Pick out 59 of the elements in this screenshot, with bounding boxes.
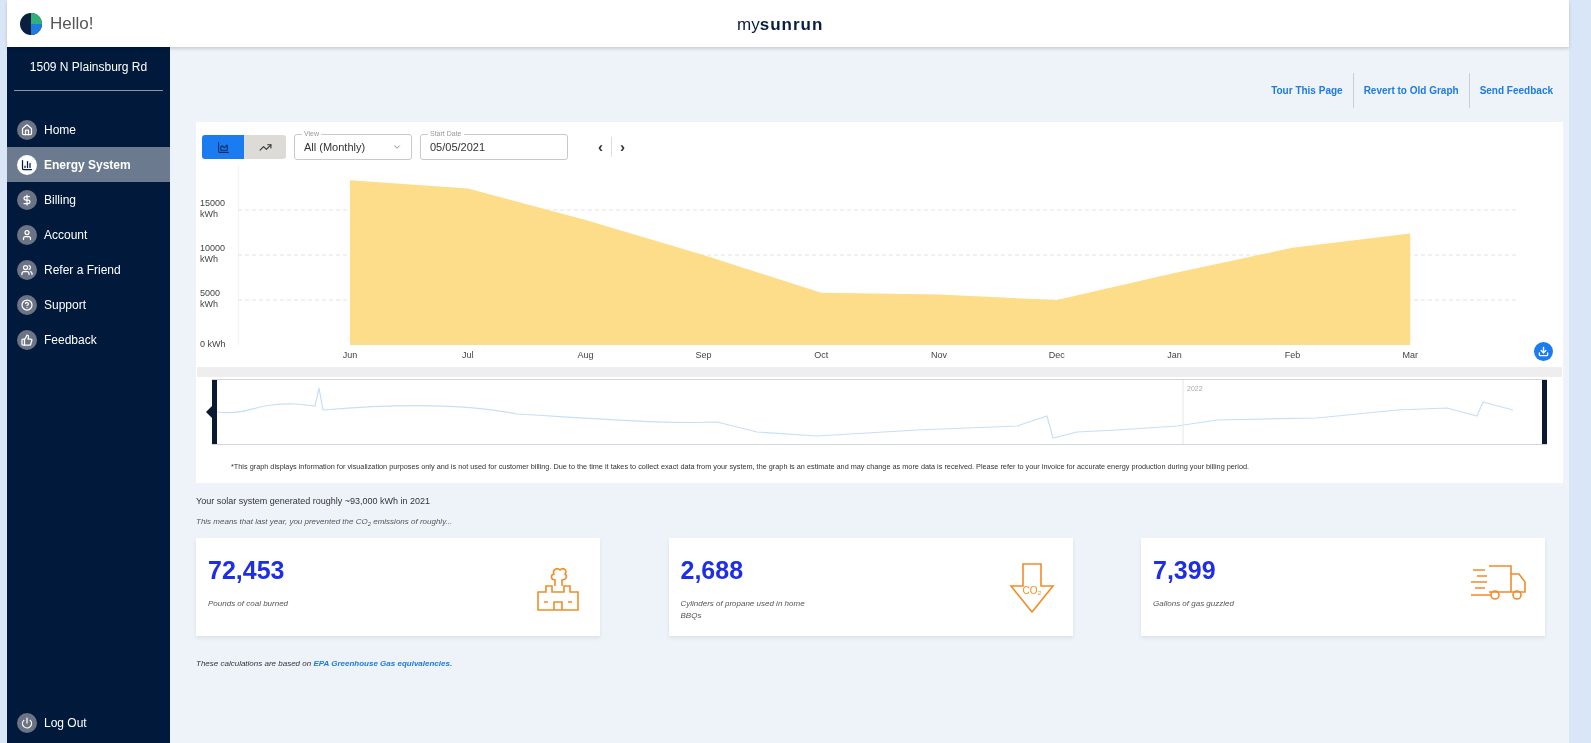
- area-chart-icon: [216, 140, 230, 154]
- nav-item[interactable]: Refer a Friend: [7, 252, 170, 287]
- property-address: 1509 N Plainsburg Rd: [14, 47, 163, 91]
- download-button[interactable]: [1534, 342, 1553, 361]
- x-axis-label: Jan: [1167, 349, 1182, 362]
- download-icon: [1538, 346, 1549, 357]
- navigator-handle[interactable]: [1542, 380, 1547, 444]
- brand-logo: mysunrun: [737, 14, 824, 36]
- power-icon: [17, 713, 37, 733]
- stat-label: Pounds of coal burned: [208, 598, 290, 611]
- x-axis-label: Dec: [1048, 349, 1065, 362]
- x-axis-label: Aug: [577, 349, 594, 362]
- greeting: Hello!: [50, 12, 94, 35]
- y-axis-label: 10000 kWh: [200, 243, 227, 265]
- x-axis-label: Jul: [462, 349, 474, 362]
- nav-item[interactable]: Billing: [7, 182, 170, 217]
- nav-item[interactable]: Energy System: [7, 147, 170, 182]
- user-icon: [17, 224, 37, 245]
- x-axis-label: Feb: [1284, 349, 1301, 362]
- stat-value: 72,453: [208, 556, 286, 585]
- help-icon: [17, 294, 37, 315]
- line-chart-button[interactable]: [244, 135, 286, 159]
- x-axis-label: Oct: [814, 349, 829, 362]
- users-icon: [17, 259, 37, 280]
- stat-value: 2,688: [680, 556, 745, 585]
- x-axis-label: Nov: [931, 349, 947, 362]
- calculation-note: These calculations are based on EPA Greenhouse Gas equivalencies.: [196, 658, 454, 671]
- area-chart-button[interactable]: [202, 135, 244, 159]
- dollar-icon: [17, 189, 37, 210]
- chart-icon: [17, 154, 37, 175]
- nav-item[interactable]: Support: [7, 287, 170, 322]
- stat-value: 7,399: [1153, 556, 1217, 585]
- top-link[interactable]: Revert to Old Graph: [1352, 73, 1469, 108]
- navigator-handle[interactable]: [206, 380, 217, 444]
- x-axis-label: Mar: [1402, 349, 1418, 362]
- next-button[interactable]: ›: [612, 135, 633, 159]
- logout-item[interactable]: Log Out: [7, 713, 170, 743]
- emissions-intro: This means that last year, you prevented the CO$_{2}$ emissions of roughly...: [196, 516, 454, 529]
- truck-icon: [1469, 562, 1527, 603]
- x-axis-label: Jun: [342, 349, 358, 362]
- nav-item[interactable]: Home: [7, 112, 170, 147]
- dropdown-icon: [392, 142, 402, 152]
- previous-button[interactable]: ‹: [590, 135, 611, 159]
- epa-link[interactable]: EPA Greenhouse Gas equivalencies.: [313, 659, 453, 669]
- logo-icon: [20, 12, 42, 35]
- top-link[interactable]: Tour This Page: [1261, 73, 1353, 108]
- nav-item[interactable]: Account: [7, 217, 170, 252]
- y-axis-label: 15000 kWh: [200, 198, 227, 220]
- nav-item[interactable]: Feedback: [7, 322, 170, 357]
- stat-label: Cylinders of propane used in home BBQs: [680, 598, 806, 623]
- stat-label: Gallons of gas guzzled: [1153, 598, 1235, 611]
- production-summary: Your solar system generated roughly ~93,000 kWh in 2021: [196, 494, 432, 508]
- y-axis-label: 5000 kWh: [200, 288, 222, 310]
- thumb-icon: [17, 329, 37, 350]
- y-axis-label: 0 kWh: [200, 339, 227, 350]
- x-axis-label: Sep: [695, 349, 712, 362]
- home-icon: [17, 119, 37, 140]
- down-arrow-icon: CO₂: [1008, 562, 1055, 615]
- top-link[interactable]: Send Feedback: [1468, 73, 1563, 108]
